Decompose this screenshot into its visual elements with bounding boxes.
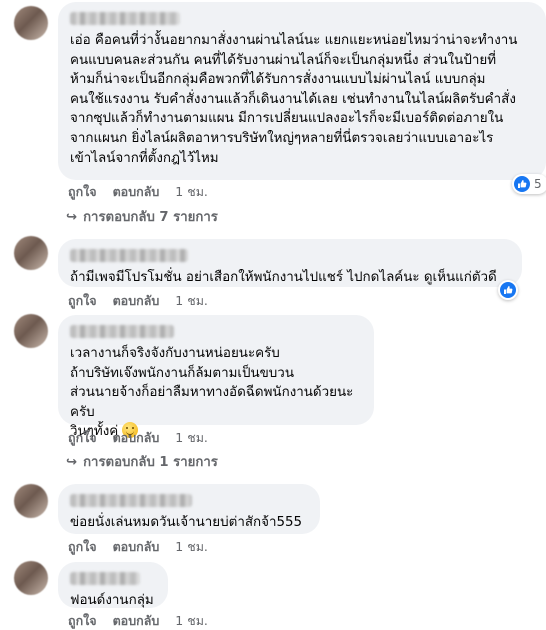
comment-text: ข่อยนั่งเล่นหมดวันเจ้านายบ่ต่าสักจ้า555 — [70, 515, 303, 530]
view-replies[interactable]: ↪ การตอบกลับ 1 รายการ — [66, 454, 218, 472]
like-button[interactable]: ถูกใจ — [68, 293, 97, 308]
reply-button[interactable]: ตอบกลับ — [113, 613, 160, 628]
like-button[interactable]: ถูกใจ — [68, 539, 97, 554]
timestamp[interactable]: 1 ชม. — [175, 613, 208, 628]
commenter-name-blurred[interactable] — [70, 12, 180, 25]
like-button[interactable]: ถูกใจ — [68, 184, 97, 199]
reply-button[interactable]: ตอบกลับ — [113, 539, 160, 554]
avatar[interactable] — [14, 561, 48, 595]
replies-label[interactable]: การตอบกลับ 7 รายการ — [83, 210, 218, 225]
replies-label[interactable]: การตอบกลับ 1 รายการ — [83, 455, 218, 470]
reply-button[interactable]: ตอบกลับ — [113, 184, 160, 199]
commenter-name-blurred[interactable] — [70, 325, 174, 338]
like-button[interactable]: ถูกใจ — [68, 613, 97, 628]
comment-text: เอ่อ คือคนที่ว่างั้นอยากมาสั่งงานผ่านไลน… — [70, 33, 518, 166]
commenter-name-blurred[interactable] — [70, 494, 192, 507]
reply-button[interactable]: ตอบกลับ — [113, 293, 160, 308]
reaction-summary[interactable] — [498, 280, 518, 300]
like-button[interactable]: ถูกใจ — [68, 430, 97, 445]
comment-bubble: ข่อยนั่งเล่นหมดวันเจ้านายบ่ต่าสักจ้า555 — [58, 484, 320, 534]
comment-actions: ถูกใจ ตอบกลับ 1 ชม. — [68, 292, 220, 310]
commenter-name-blurred[interactable] — [70, 249, 188, 262]
timestamp[interactable]: 1 ชม. — [175, 184, 208, 199]
comment-actions: ถูกใจ ตอบกลับ 1 ชม. — [68, 612, 220, 630]
comment-actions: ถูกใจ ตอบกลับ 1 ชม. — [68, 183, 220, 201]
avatar[interactable] — [14, 6, 48, 40]
avatar[interactable] — [14, 484, 48, 518]
timestamp[interactable]: 1 ชม. — [175, 539, 208, 554]
comment-bubble: ฟอนด์งานกลุ่ม — [58, 562, 168, 608]
reaction-summary[interactable]: 5 — [512, 174, 546, 194]
view-replies[interactable]: ↪ การตอบกลับ 7 รายการ — [66, 209, 218, 227]
comment-text: เวลางานก็จริงจังกับงานหน่อยนะครับ ถ้าบริ… — [70, 344, 362, 442]
avatar[interactable] — [14, 314, 48, 348]
avatar[interactable] — [14, 236, 48, 270]
reaction-count: 5 — [534, 177, 542, 191]
reply-arrow-icon: ↪ — [66, 455, 78, 470]
timestamp[interactable]: 1 ชม. — [175, 293, 208, 308]
reply-arrow-icon: ↪ — [66, 210, 78, 225]
comment-text: ถ้ามีเพจมีโปรโมชั่น อย่าเสือกให้พนักงานไ… — [70, 270, 497, 285]
comment-bubble: ถ้ามีเพจมีโปรโมชั่น อย่าเสือกให้พนักงานไ… — [58, 239, 522, 287]
comment-bubble: เวลางานก็จริงจังกับงานหน่อยนะครับ ถ้าบริ… — [58, 315, 374, 439]
timestamp[interactable]: 1 ชม. — [175, 430, 208, 445]
comment-text-body: เวลางานก็จริงจังกับงานหน่อยนะครับ ถ้าบริ… — [70, 346, 354, 440]
comment-actions: ถูกใจ ตอบกลับ 1 ชม. — [68, 538, 220, 556]
commenter-name-blurred[interactable] — [70, 572, 140, 585]
comment-actions: ถูกใจ ตอบกลับ 1 ชม. — [68, 429, 220, 447]
comment-text: ฟอนด์งานกลุ่ม — [70, 593, 154, 608]
reply-button[interactable]: ตอบกลับ — [113, 430, 160, 445]
like-reaction-icon — [514, 176, 530, 192]
like-reaction-icon — [500, 282, 516, 298]
comment-bubble: เอ่อ คือคนที่ว่างั้นอยากมาสั่งงานผ่านไลน… — [58, 2, 546, 180]
